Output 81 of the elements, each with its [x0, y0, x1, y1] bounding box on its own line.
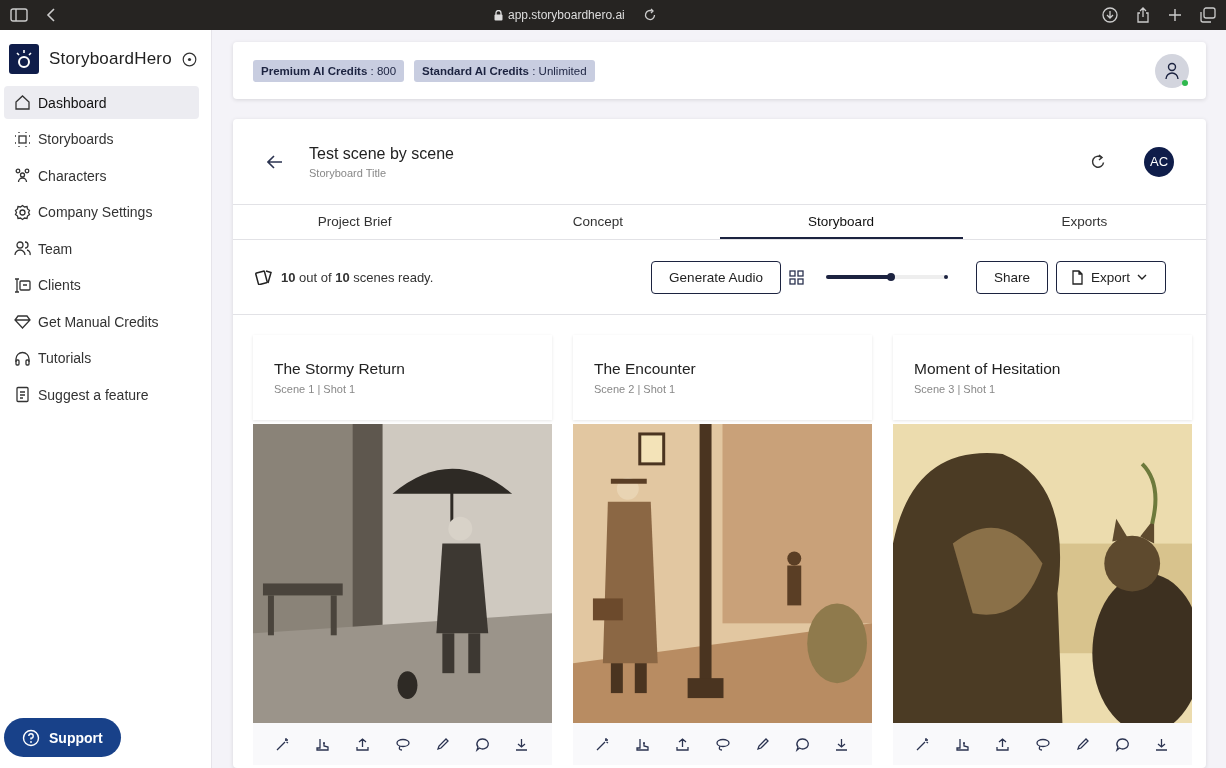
boot-icon[interactable] [635, 736, 651, 752]
sidebar-toggle-icon[interactable] [10, 8, 28, 22]
tab[interactable]: Storyboard [719, 205, 963, 239]
scene-title: The Encounter [594, 360, 697, 378]
support-button[interactable]: Support [4, 718, 121, 757]
online-dot [1182, 79, 1188, 86]
refresh-icon[interactable] [1090, 153, 1106, 170]
sidebar-item[interactable]: Dashboard [4, 86, 199, 119]
lasso-icon[interactable] [394, 736, 410, 752]
lasso-icon[interactable] [714, 736, 730, 752]
user-avatar[interactable] [1155, 53, 1189, 88]
download-icon[interactable] [1154, 736, 1170, 752]
tab[interactable]: Exports [962, 205, 1206, 239]
scenes-status: 10 out of 10 scenes ready. [281, 269, 434, 285]
sidebar-item[interactable]: Company Settings [4, 195, 199, 229]
clients-icon [14, 276, 31, 294]
scene-shot-label: Scene 1 | Shot 1 [274, 383, 357, 395]
sidebar-item[interactable]: Storyboards [4, 122, 199, 156]
boot-icon[interactable] [315, 736, 331, 752]
sidebar-item[interactable]: Suggest a feature [4, 378, 199, 411]
sidebar-item[interactable]: Get Manual Credits [4, 305, 199, 338]
back-arrow-icon[interactable] [267, 154, 283, 169]
storyboard-title: Test scene by scene [309, 144, 454, 163]
comment-icon[interactable] [1114, 736, 1130, 752]
wand-icon[interactable] [275, 736, 291, 752]
pencil-icon[interactable] [434, 736, 450, 752]
home-icon [14, 94, 31, 111]
pencil-icon[interactable] [1074, 736, 1090, 752]
scene-title: Moment of Hesitation [914, 360, 1062, 378]
grid-icon[interactable] [788, 269, 804, 285]
address-bar[interactable]: app.storyboardhero.ai [508, 8, 625, 22]
team-icon [14, 240, 31, 257]
export-button[interactable]: Export [1055, 260, 1166, 294]
headphones-icon [14, 349, 31, 367]
back-icon[interactable] [46, 8, 56, 22]
zoom-slider[interactable] [825, 275, 948, 279]
tabs-icon[interactable] [1200, 7, 1216, 23]
upload-icon[interactable] [355, 736, 371, 752]
file-icon [1070, 269, 1084, 285]
download-icon[interactable] [834, 736, 850, 752]
sidebar-item[interactable]: Tutorials [4, 341, 199, 375]
settings-icon [14, 203, 31, 221]
generate-audio-button[interactable]: Generate Audio [651, 260, 781, 294]
avatar[interactable]: AC [1144, 146, 1174, 177]
storyboard-title-label: Storyboard Title [309, 166, 388, 179]
diamond-icon [14, 313, 31, 330]
comment-icon[interactable] [474, 736, 490, 752]
pencil-icon[interactable] [754, 736, 770, 752]
help-icon [22, 728, 40, 747]
credit-badge: Premium AI Credits : 800 [253, 59, 405, 82]
reload-icon[interactable] [642, 8, 657, 22]
user-icon [1164, 61, 1180, 80]
scene-shot-label: Scene 2 | Shot 1 [594, 383, 677, 395]
comment-icon[interactable] [794, 736, 810, 752]
logo-icon [9, 44, 39, 74]
upload-icon[interactable] [675, 736, 691, 752]
boot-icon[interactable] [955, 736, 971, 752]
tab[interactable]: Project Brief [233, 205, 477, 239]
upload-icon[interactable] [995, 736, 1011, 752]
target-icon[interactable] [181, 51, 197, 67]
share-button[interactable]: Share [975, 260, 1048, 294]
tab[interactable]: Concept [476, 205, 720, 239]
sidebar-item[interactable]: Characters [4, 159, 199, 192]
lasso-icon[interactable] [1034, 736, 1050, 752]
wand-icon[interactable] [595, 736, 611, 752]
sidebar-item[interactable]: Clients [4, 268, 199, 302]
brand-name: StoryboardHero [49, 49, 172, 69]
caret-icon [1137, 274, 1147, 280]
frame-icon [14, 130, 31, 148]
sidebar-item[interactable]: Team [4, 232, 199, 265]
credit-badge: Standard AI Credits : Unlimited [414, 59, 595, 82]
share-icon[interactable] [1136, 7, 1150, 23]
wand-icon[interactable] [915, 736, 931, 752]
plus-icon[interactable] [1168, 8, 1182, 22]
lock-icon [494, 9, 503, 21]
people-icon [14, 167, 31, 184]
scene-shot-label: Scene 3 | Shot 1 [914, 383, 997, 395]
download-icon[interactable] [514, 736, 530, 752]
document-icon [14, 386, 31, 403]
cards-icon [255, 269, 273, 285]
scene-title: The Stormy Return [274, 360, 406, 378]
